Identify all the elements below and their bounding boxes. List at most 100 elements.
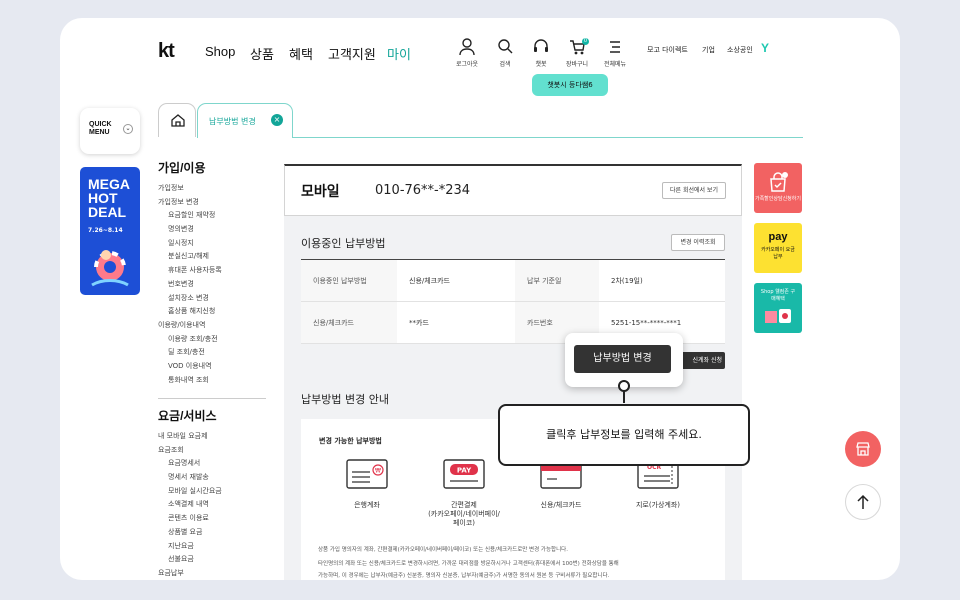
util-enterprise[interactable]: 기업 (702, 45, 715, 55)
sidebar-item[interactable]: 선불요금 (158, 554, 222, 568)
method-label: 지로(가상계좌) (635, 501, 681, 509)
tab-home[interactable] (158, 103, 196, 137)
cart-count-badge: 0 (582, 38, 589, 45)
kt-logo[interactable]: kt (158, 40, 175, 63)
sidebar-section2-list: 내 모바일 요금제 요금조회 요금명세서 명세서 재발송 모바일 실시간요금 소액결제 내… (158, 431, 222, 580)
change-payment-method-button[interactable]: 납부방법 변경 (574, 345, 671, 373)
guide-subtitle: 변경 가능한 납부방법 (319, 437, 382, 445)
all-menu-label: 전체메뉴 (603, 61, 627, 68)
shop-welcome-banner[interactable]: Shop 웰컴존 구매혜택 (754, 283, 802, 333)
table-cell-value: 2차(19일) (599, 259, 725, 302)
scroll-top-button[interactable] (845, 484, 881, 520)
store-button[interactable] (845, 431, 881, 467)
sidebar-item[interactable]: 요금명세서 (158, 458, 222, 472)
promo-dates: 7.26~8.14 (88, 227, 123, 234)
home-icon (171, 114, 185, 127)
close-icon[interactable]: × (271, 114, 283, 126)
sidebar-item[interactable]: 딜 조회/충전 (158, 347, 222, 361)
method-label: 은행계좌 (354, 501, 380, 509)
sidebar-section1-list: 가입정보 가입정보 변경 요금할인 재약정 명의변경 일시정지 분실신고/해제 휴대폰 사용… (158, 183, 222, 388)
line-info-card: 모바일 010-76**-*234 다른 회선에서 보기 (284, 164, 742, 216)
store-icon (856, 442, 870, 456)
sidebar-item[interactable]: 소액결제 내역 (158, 499, 222, 513)
method-easy-pay: PAY 간편결제 (카카오페이/네이버페이/ 페이코) (419, 458, 509, 528)
table-cell-label: 이용중인 납부방법 (301, 259, 397, 302)
table-cell-label: 신용/체크카드 (301, 301, 397, 344)
sidebar-item[interactable]: 요금할인 재약정 (158, 210, 222, 224)
app-frame: kt Shop 상품 혜택 고객지원 마이 로그아웃 검색 챗봇 0 장바구니 … (60, 18, 900, 580)
sidebar-item[interactable]: 일시정지 (158, 238, 222, 252)
sidebar-item[interactable]: 휴대폰 사용자등록 (158, 265, 222, 279)
sidebar-item[interactable]: 상품별 요금 (158, 527, 222, 541)
sidebar-item[interactable]: 명의변경 (158, 224, 222, 238)
sidebar-item[interactable]: 명세서 재발송 (158, 472, 222, 486)
swim-ring-illustration (91, 250, 129, 287)
arrow-up-icon (857, 494, 869, 509)
headset-icon (534, 39, 548, 52)
sidebar-item[interactable]: 요금조회 (158, 445, 222, 459)
table-cell-value: 신용/체크카드 (397, 259, 515, 302)
tab-payment-change[interactable]: 납부방법 변경 × (197, 103, 293, 138)
tab-payment-change-label: 납부방법 변경 (209, 117, 256, 126)
change-history-button[interactable]: 변경 이력조회 (671, 234, 725, 251)
sidebar-item[interactable]: 이용량 조회/충전 (158, 334, 222, 348)
util-smallbiz[interactable]: 소상공인 (727, 45, 753, 55)
sidebar-item[interactable]: VOD 이용내역 (158, 361, 222, 375)
sidebar-item[interactable]: 요금납부 (158, 568, 222, 580)
all-menu-button[interactable]: 전체메뉴 (592, 38, 638, 68)
tab-underline (293, 137, 803, 138)
callout-connector (623, 391, 625, 403)
nav-products[interactable]: 상품 (250, 44, 274, 63)
sidebar-item[interactable]: 홈상품 해지신청 (158, 306, 222, 320)
sidebar-item[interactable]: 모바일 실시간요금 (158, 486, 222, 500)
sidebar-section-title-subscription: 가입/이용 (158, 161, 206, 175)
promo-line2: HOT (88, 190, 118, 206)
kakaopay-banner[interactable]: pay 카카오페이 요금납부 (754, 223, 802, 273)
sidebar-item[interactable]: 내 모바일 요금제 (158, 431, 222, 445)
sidebar-item[interactable]: 분실신고/해제 (158, 251, 222, 265)
mega-hot-deal-banner[interactable]: MEGA HOT DEAL 7.26~8.14 (80, 167, 140, 295)
family-discount-banner[interactable]: 가족할인상담신청하기 (754, 163, 802, 213)
util-direct[interactable]: 모고 다이렉트 (647, 45, 688, 55)
y-brand-logo[interactable]: Y (761, 41, 769, 55)
menu-icon (610, 41, 620, 53)
sidebar-section-title-billing: 요금/서비스 (158, 409, 217, 423)
guide-note: 가능하며, 이 경우에는 납부자(예금주) 신분증, 명의자 신분증, 납부자(… (318, 573, 610, 579)
payment-section-title: 이용중인 납부방법 (301, 237, 386, 250)
person-icon (459, 38, 475, 56)
nav-benefits[interactable]: 혜택 (289, 44, 313, 63)
table-cell-label: 납부 기준일 (515, 259, 599, 302)
callout-anchor-dot (618, 380, 630, 392)
sidebar-divider (158, 398, 266, 399)
svg-text:₩: ₩ (375, 468, 381, 475)
sidebar-item[interactable]: 통화내역 조회 (158, 375, 222, 389)
table-cell-value: **카드 (397, 301, 515, 344)
promo-line1: MEGA (88, 176, 130, 192)
chatbot-tooltip[interactable]: 챗봇시 등다쌤6 (532, 74, 608, 96)
banner-label: 가족할인상담신청하기 (754, 196, 801, 202)
table-row: 이용중인 납부방법 신용/체크카드 납부 기준일 2차(19일) (301, 259, 725, 302)
sidebar-item[interactable]: 설치장소 변경 (158, 293, 222, 307)
nav-my[interactable]: 마이 (387, 44, 411, 63)
sidebar-item[interactable]: 가입정보 변경 (158, 197, 222, 211)
sidebar-item[interactable]: 콘텐츠 이용료 (158, 513, 222, 527)
other-line-button[interactable]: 다른 회선에서 보기 (662, 182, 726, 199)
sidebar-item[interactable]: 번호변경 (158, 279, 222, 293)
nav-support[interactable]: 고객지원 (328, 44, 376, 63)
instruction-callout: 클릭후 납부정보를 입력해 주세요. (498, 404, 750, 466)
payment-info-table: 이용중인 납부방법 신용/체크카드 납부 기준일 2차(19일) 신용/체크카드… (301, 259, 725, 344)
method-bank: ₩ 은행계좌 (322, 458, 412, 510)
guide-note: 상품 가입 명의자의 계좌, 간편결제(카카오페이/네이버페이/페이코) 또는 … (318, 547, 568, 553)
sidebar-item[interactable]: 이용량/이용내역 (158, 320, 222, 334)
sidebar-item[interactable]: 지난요금 (158, 541, 222, 555)
bag-icon (770, 172, 788, 192)
banner-label: 카카오페이 요금납부 (761, 247, 795, 260)
quick-menu-button[interactable]: QUICK MENU ⌄ (80, 108, 140, 154)
pay-badge-text: PAY (457, 467, 472, 475)
phone-number: 010-76**-*234 (375, 183, 471, 198)
banner-label: Shop 웰컴존 구매혜택 (760, 289, 796, 302)
new-account-button[interactable]: 신계좌 신청 (678, 352, 725, 369)
search-icon (498, 39, 513, 54)
sidebar-item[interactable]: 가입정보 (158, 183, 222, 197)
nav-shop[interactable]: Shop (205, 44, 235, 59)
